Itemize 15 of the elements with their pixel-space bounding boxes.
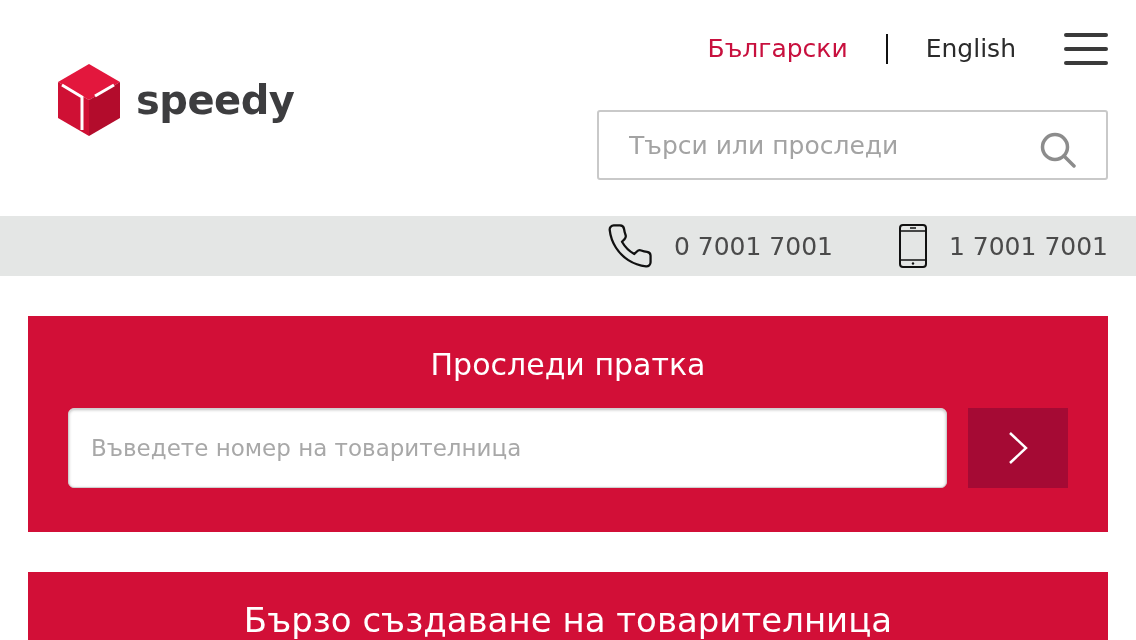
language-link[interactable]: Български [707,33,848,65]
phone-number: 1 7001 7001 [948,231,1108,261]
smartphone-icon [898,224,927,268]
phone-handset-icon [607,224,652,268]
search-icon[interactable] [1040,132,1076,168]
tracking-number-field[interactable]: Въведете номер на товарителница [68,408,947,488]
menu-icon[interactable] [1064,33,1108,65]
chevron-right-icon [1008,431,1028,465]
phone-number: 0 7001 7001 [673,231,833,261]
search-field[interactable]: Търси или проследи [597,110,1108,180]
logo-wordmark: speedy [136,76,295,124]
cube-logo-icon [58,64,120,136]
track-title: Проследи пратка [429,346,707,384]
language-link[interactable]: English [925,33,1016,65]
create-title: Бързо създаване на товарителница [242,600,894,640]
